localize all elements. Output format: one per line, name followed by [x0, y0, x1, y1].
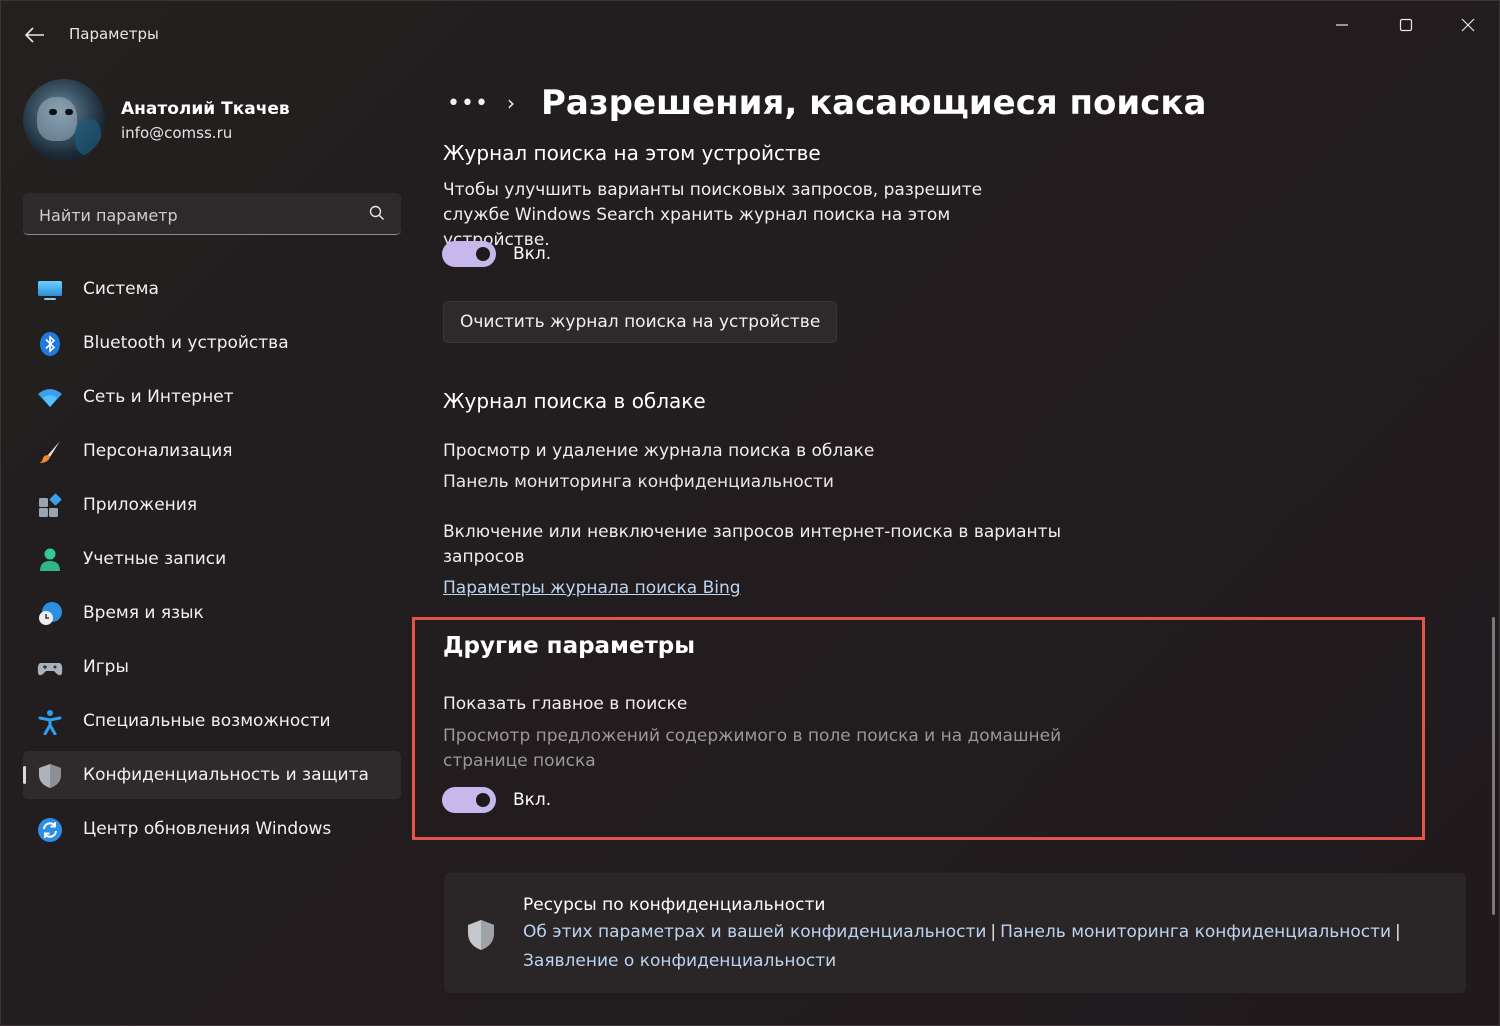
brush-icon	[40, 441, 60, 463]
update-icon	[38, 818, 62, 842]
search-input[interactable]	[37, 202, 361, 228]
device-history-toggle[interactable]	[442, 241, 496, 267]
sidebar-item-label: Время и язык	[83, 603, 204, 623]
sidebar-item-network[interactable]: Сеть и Интернет	[23, 373, 401, 421]
sidebar-item-label: Специальные возможности	[83, 711, 331, 731]
monitor-icon	[38, 281, 62, 300]
scrollbar[interactable]	[1492, 617, 1495, 915]
clock-globe-icon	[39, 602, 62, 625]
link-separator: |	[1395, 922, 1401, 942]
back-arrow-icon	[25, 27, 44, 43]
cloud-history-title: Журнал поиска в облаке	[443, 389, 706, 413]
selection-indicator	[23, 766, 26, 784]
accessibility-icon	[38, 710, 62, 735]
sidebar-item-label: Bluetooth и устройства	[83, 333, 289, 353]
user-name: Анатолий Ткачев	[121, 99, 290, 119]
sidebar-item-label: Приложения	[83, 495, 198, 515]
close-icon	[1461, 18, 1475, 32]
device-history-description: Чтобы улучшить варианты поисковых запрос…	[443, 180, 983, 250]
minimize-icon	[1336, 24, 1348, 26]
search-highlights-toggle-state: Вкл.	[513, 790, 552, 810]
search-highlights-toggle[interactable]	[442, 787, 496, 813]
sidebar-item-label: Центр обновления Windows	[83, 819, 332, 839]
sidebar-item-system[interactable]: Система	[23, 265, 401, 313]
device-history-title: Журнал поиска на этом устройстве	[443, 141, 821, 165]
sidebar-item-bluetooth[interactable]: Bluetooth и устройства	[23, 319, 401, 367]
page-title: Разрешения, касающиеся поиска	[541, 83, 1207, 123]
sidebar-item-label: Конфиденциальность и защита	[83, 765, 369, 785]
sidebar-item-accounts[interactable]: Учетные записи	[23, 535, 401, 583]
shield-icon	[39, 764, 61, 788]
privacy-resources-title: Ресурсы по конфиденциальности	[523, 895, 826, 915]
gamepad-icon	[37, 663, 63, 676]
privacy-links-line-2: Заявление о конфиденциальности	[523, 951, 836, 971]
chevron-right-icon: ›	[507, 91, 515, 115]
search-highlights-label: Показать главное в поиске	[443, 694, 688, 714]
person-icon	[40, 548, 60, 571]
sidebar-item-windows-update[interactable]: Центр обновления Windows	[23, 805, 401, 853]
search-icon[interactable]	[369, 205, 385, 221]
privacy-settings-link[interactable]: Об этих параметрах и вашей конфиденциаль…	[523, 922, 986, 942]
maximize-icon	[1399, 18, 1413, 32]
user-email: info@comss.ru	[121, 124, 233, 142]
shield-icon	[468, 920, 494, 950]
cloud-view-delete-label: Просмотр и удаление журнала поиска в обл…	[443, 441, 875, 461]
app-title: Параметры	[69, 25, 159, 43]
sidebar-nav: Система Bluetooth и устройства Сеть и Ин…	[23, 265, 401, 859]
other-settings-title: Другие параметры	[443, 633, 696, 659]
sidebar-item-label: Персонализация	[83, 441, 233, 461]
breadcrumb-overflow-button[interactable]: •••	[447, 91, 489, 116]
bing-history-link[interactable]: Параметры журнала поиска Bing	[443, 578, 741, 598]
sidebar-item-privacy[interactable]: Конфиденциальность и защита	[23, 751, 401, 799]
minimize-button[interactable]	[1319, 11, 1365, 39]
title-bar: Параметры	[1, 1, 1500, 69]
sidebar-item-personalization[interactable]: Персонализация	[23, 427, 401, 475]
privacy-dashboard-link[interactable]: Панель мониторинга конфиденциальности	[1000, 922, 1391, 942]
clear-device-history-button[interactable]: Очистить журнал поиска на устройстве	[443, 301, 838, 343]
link-separator: |	[990, 922, 997, 942]
sidebar-item-label: Система	[83, 279, 159, 299]
search-box[interactable]	[23, 193, 401, 235]
sidebar-item-gaming[interactable]: Игры	[23, 643, 401, 691]
sidebar-item-time-language[interactable]: Время и язык	[23, 589, 401, 637]
back-button[interactable]	[19, 21, 51, 49]
settings-window: Параметры Анатолий Ткачев info@comss.ru …	[0, 0, 1500, 1026]
close-button[interactable]	[1445, 11, 1491, 39]
privacy-links-line-1: Об этих параметрах и вашей конфиденциаль…	[523, 922, 1405, 942]
bluetooth-icon	[40, 332, 60, 356]
privacy-dashboard-link[interactable]: Панель мониторинга конфиденциальности	[443, 472, 834, 492]
privacy-resources-card: Ресурсы по конфиденциальности Об этих па…	[444, 873, 1466, 993]
device-history-toggle-state: Вкл.	[513, 244, 552, 264]
sidebar-item-label: Сеть и Интернет	[83, 387, 234, 407]
apps-icon	[39, 493, 62, 517]
avatar	[23, 79, 105, 161]
sidebar-item-accessibility[interactable]: Специальные возможности	[23, 697, 401, 745]
wifi-icon	[38, 389, 62, 407]
privacy-statement-link[interactable]: Заявление о конфиденциальности	[523, 951, 836, 971]
maximize-button[interactable]	[1383, 11, 1429, 39]
sidebar-item-apps[interactable]: Приложения	[23, 481, 401, 529]
search-highlights-description: Просмотр предложений содержимого в поле …	[443, 726, 1062, 771]
sidebar-item-label: Игры	[83, 657, 129, 677]
sidebar-item-label: Учетные записи	[83, 549, 227, 569]
internet-search-include-label: Включение или невключение запросов интер…	[443, 522, 1061, 567]
